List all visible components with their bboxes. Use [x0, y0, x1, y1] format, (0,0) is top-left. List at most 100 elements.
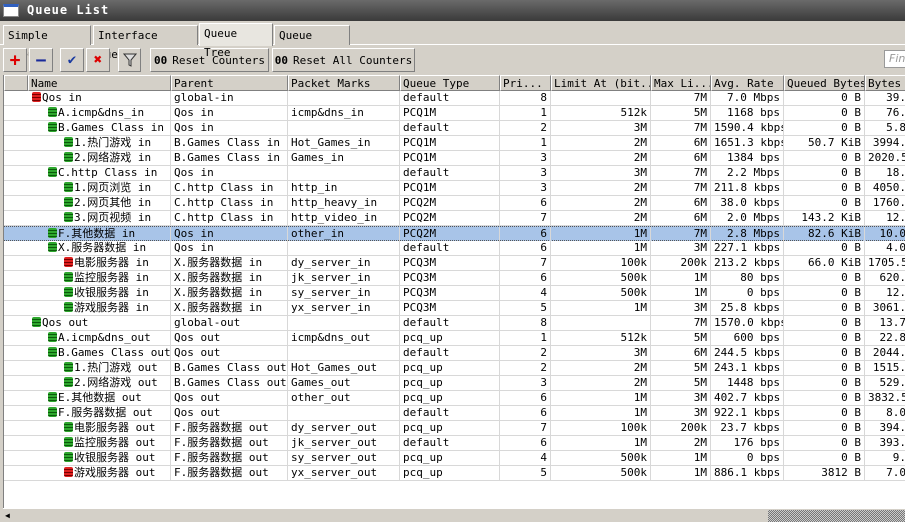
queue-name: F.其他数据 in — [58, 227, 136, 240]
table-row[interactable]: 电影服务器 out F.服务器数据 out dy_server_out pcq_up 7… — [4, 421, 905, 436]
table-row[interactable]: 监控服务器 in X.服务器数据 in jk_server_in PCQ3M 6 500k… — [4, 271, 905, 286]
cell-parent: Qos in — [171, 121, 288, 135]
table-row[interactable]: 2.网页其他 in C.http Class in http_heavy_in PCQ… — [4, 196, 905, 211]
table-row[interactable]: 监控服务器 out F.服务器数据 out jk_server_out default… — [4, 436, 905, 451]
cell-type: default — [400, 316, 500, 330]
column-header-max[interactable]: Max Li... — [651, 75, 711, 91]
column-header-queued[interactable]: Queued Bytes — [784, 75, 865, 91]
cell-pri: 1 — [500, 106, 551, 120]
cell-avg: 886.1 kbps — [711, 466, 784, 480]
cell-queued: 0 B — [784, 361, 865, 375]
cell-avg: 243.1 kbps — [711, 361, 784, 375]
cell-limit: 2M — [551, 361, 651, 375]
column-header-avg[interactable]: Avg. Rate — [711, 75, 784, 91]
table-row[interactable]: B.Games Class in Qos in default 2 3M 7M 1590.4… — [4, 121, 905, 136]
cell-parent: C.http Class in — [171, 181, 288, 195]
table-row[interactable]: 1.热门游戏 out B.Games Class out Hot_Games_out… — [4, 361, 905, 376]
cell-parent: F.服务器数据 out — [171, 436, 288, 450]
table-row[interactable]: A.icmp&dns_out Qos out icmp&dns_out pcq_up 1… — [4, 331, 905, 346]
table-row[interactable]: C.http Class in Qos in default 3 3M 7M 2.2 Mbp… — [4, 166, 905, 181]
cell-parent: global-out — [171, 316, 288, 330]
table-row[interactable]: 1.网页浏览 in C.http Class in http_in PCQ1M 3 2M 7… — [4, 181, 905, 196]
window-title: Queue List — [27, 3, 110, 17]
cell-bytes: 1760. — [865, 196, 905, 210]
cell-avg: 1590.4 kbps — [711, 121, 784, 135]
reset-all-counters-button[interactable]: 00 Reset All Counters — [272, 48, 415, 72]
cell-marks — [288, 121, 400, 135]
table-row[interactable]: F.服务器数据 out Qos out default 6 1M 3M 922.1 kbps… — [4, 406, 905, 421]
cell-pri: 3 — [500, 181, 551, 195]
cell-marks: sy_server_in — [288, 286, 400, 300]
queue-icon — [64, 272, 73, 282]
queue-name: 监控服务器 out — [74, 436, 156, 449]
scrollbar-thumb[interactable] — [768, 510, 905, 522]
table-row[interactable]: Qos in global-in default 8 7M 7.0 Mbps 0 B 39. — [4, 91, 905, 106]
column-header-type[interactable]: Queue Type — [400, 75, 500, 91]
tab-interface-queues[interactable]: Interface Queues — [93, 25, 198, 61]
table-header: Name Parent Packet Marks Queue Type Pri... Li… — [4, 75, 905, 91]
cell-type: PCQ3M — [400, 271, 500, 285]
cell-name: X.服务器数据 in — [28, 241, 171, 255]
table-row[interactable]: X.服务器数据 in Qos in default 6 1M 3M 227.1 kbps 0 … — [4, 241, 905, 256]
cell-limit: 100k — [551, 256, 651, 270]
table-row[interactable]: 3.网页视频 in C.http Class in http_video_in PCQ… — [4, 211, 905, 226]
plus-icon: + — [9, 49, 21, 71]
cell-type: PCQ1M — [400, 181, 500, 195]
table-row[interactable]: F.其他数据 in Qos in other_in PCQ2M 6 1M 7M 2.8 Mbp… — [4, 226, 905, 241]
cell-pri: 6 — [500, 406, 551, 420]
table-row[interactable]: Qos out global-out default 8 7M 1570.0 kbps 0 … — [4, 316, 905, 331]
toolbar: + − ✔ ✖ 00 Reset Counters 00 Reset All Cou… — [0, 46, 905, 74]
cell-parent: Qos in — [171, 106, 288, 120]
cell-parent: Qos out — [171, 391, 288, 405]
find-input[interactable]: Find — [884, 50, 905, 68]
table-row[interactable]: 2.网络游戏 out B.Games Class out Games_out pcq_… — [4, 376, 905, 391]
filter-button[interactable] — [118, 48, 141, 72]
table-row[interactable]: 游戏服务器 out F.服务器数据 out yx_server_out pcq_up 5… — [4, 466, 905, 481]
table-row[interactable]: 电影服务器 in X.服务器数据 in dy_server_in PCQ3M 7 100k… — [4, 256, 905, 271]
cell-parent: Qos out — [171, 346, 288, 360]
cell-name: 电影服务器 out — [28, 421, 171, 435]
table-row[interactable]: A.icmp&dns_in Qos in icmp&dns_in PCQ1M 1 512k… — [4, 106, 905, 121]
cell-queued: 0 B — [784, 151, 865, 165]
table-row[interactable]: 2.网络游戏 in B.Games Class in Games_in PCQ1M 3 2… — [4, 151, 905, 166]
cell-pri: 5 — [500, 301, 551, 315]
cell-queued: 0 B — [784, 166, 865, 180]
cell-limit: 3M — [551, 166, 651, 180]
enable-button[interactable]: ✔ — [60, 48, 84, 72]
disable-button[interactable]: ✖ — [86, 48, 110, 72]
cell-bytes: 1705.5 — [865, 256, 905, 270]
column-header-limit[interactable]: Limit At (bit... — [551, 75, 651, 91]
add-button[interactable]: + — [3, 48, 27, 72]
cell-parent: X.服务器数据 in — [171, 301, 288, 315]
remove-button[interactable]: − — [29, 48, 53, 72]
queue-name: 监控服务器 in — [74, 271, 149, 284]
cell-avg: 0 bps — [711, 451, 784, 465]
tab-queue-types[interactable]: Queue Types — [274, 25, 350, 61]
column-header-bytes[interactable]: Bytes — [865, 75, 905, 91]
queue-icon — [32, 92, 41, 102]
table-row[interactable]: 收银服务器 out F.服务器数据 out sy_server_out pcq_up 4… — [4, 451, 905, 466]
cell-parent: B.Games Class out — [171, 361, 288, 375]
column-header-marks[interactable]: Packet Marks — [288, 75, 400, 91]
queue-name: 收银服务器 out — [74, 451, 156, 464]
horizontal-scrollbar[interactable]: ◀ — [3, 508, 905, 522]
cell-avg: 600 bps — [711, 331, 784, 345]
cell-bytes: 8.0 — [865, 406, 905, 420]
queue-name: 1.热门游戏 out — [74, 361, 158, 374]
column-header-parent[interactable]: Parent — [171, 75, 288, 91]
queue-icon — [64, 302, 73, 312]
tab-simple-queues[interactable]: Simple Queues — [3, 25, 91, 61]
table-row[interactable]: 游戏服务器 in X.服务器数据 in yx_server_in PCQ3M 5 1M 3M… — [4, 301, 905, 316]
column-header-pri[interactable]: Pri... — [500, 75, 551, 91]
table-row[interactable]: 收银服务器 in X.服务器数据 in sy_server_in PCQ3M 4 500k… — [4, 286, 905, 301]
cell-bytes: 3061. — [865, 301, 905, 315]
tab-queue-tree[interactable]: Queue Tree — [199, 23, 273, 59]
table-row[interactable]: E.其他数据 out Qos out other_out pcq_up 6 1M 3M 402… — [4, 391, 905, 406]
cell-queued: 0 B — [784, 196, 865, 210]
table-row[interactable]: B.Games Class out Qos out default 2 3M 6M 244.… — [4, 346, 905, 361]
table-row[interactable]: 1.热门游戏 in B.Games Class in Hot_Games_in PCQ… — [4, 136, 905, 151]
column-header-name[interactable]: Name — [28, 75, 171, 91]
cell-name: 监控服务器 in — [28, 271, 171, 285]
cell-parent: global-in — [171, 91, 288, 105]
scroll-left-icon[interactable]: ◀ — [5, 511, 15, 521]
